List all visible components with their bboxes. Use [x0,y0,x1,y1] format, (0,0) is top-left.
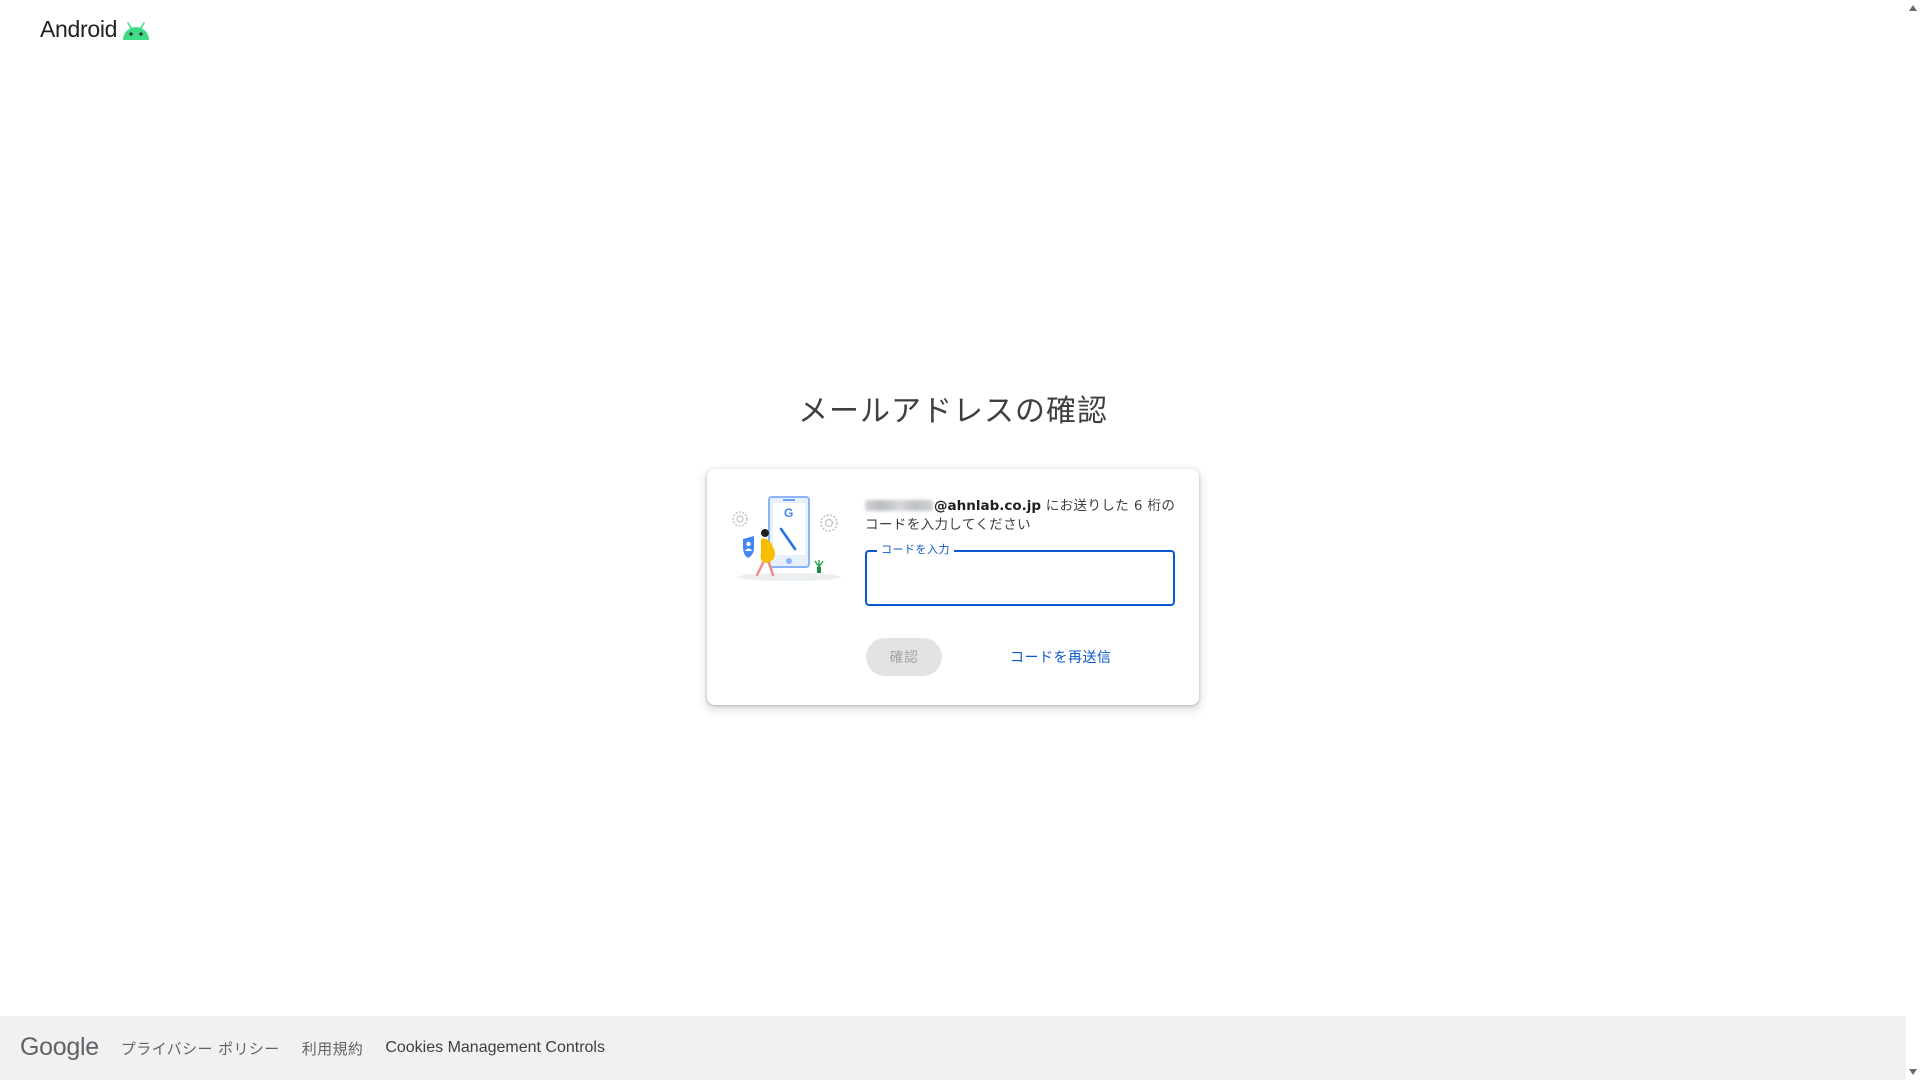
privacy-policy-link[interactable]: プライバシー ポリシー [121,1038,280,1059]
resend-code-link[interactable]: コードを再送信 [1010,647,1112,667]
android-bot-icon [123,21,150,40]
footer: Google プライバシー ポリシー 利用規約 Cookies Manageme… [0,1016,1906,1080]
page: Android メールアドレスの確認 G @ahnlab.co.jp にお送りし… [0,0,1920,1080]
android-logo[interactable]: Android [40,16,151,43]
verify-button[interactable]: 確認 [866,638,942,676]
verification-card: G @ahnlab.co.jp にお送りした 6 桁のコードを入力してください … [707,469,1199,705]
page-title: メールアドレスの確認 [798,394,1108,429]
masked-email-user [865,500,933,511]
code-field[interactable]: コードを入力 [865,543,1175,606]
cookies-controls-link[interactable]: Cookies Management Controls [385,1039,605,1057]
phone-verification-illustration: G [732,496,841,581]
google-logo: Google [20,1032,99,1061]
svg-text:G: G [784,506,793,520]
verification-message: @ahnlab.co.jp にお送りした 6 桁のコードを入力してください [865,497,1183,535]
vertical-scrollbar[interactable] [1906,0,1920,1080]
terms-link[interactable]: 利用規約 [302,1038,364,1059]
brand-text: Android [40,16,118,42]
code-input[interactable] [867,552,1173,604]
scroll-up-icon[interactable] [1909,5,1917,11]
scroll-down-icon[interactable] [1909,1069,1917,1075]
email-address: @ahnlab.co.jp [934,498,1042,514]
